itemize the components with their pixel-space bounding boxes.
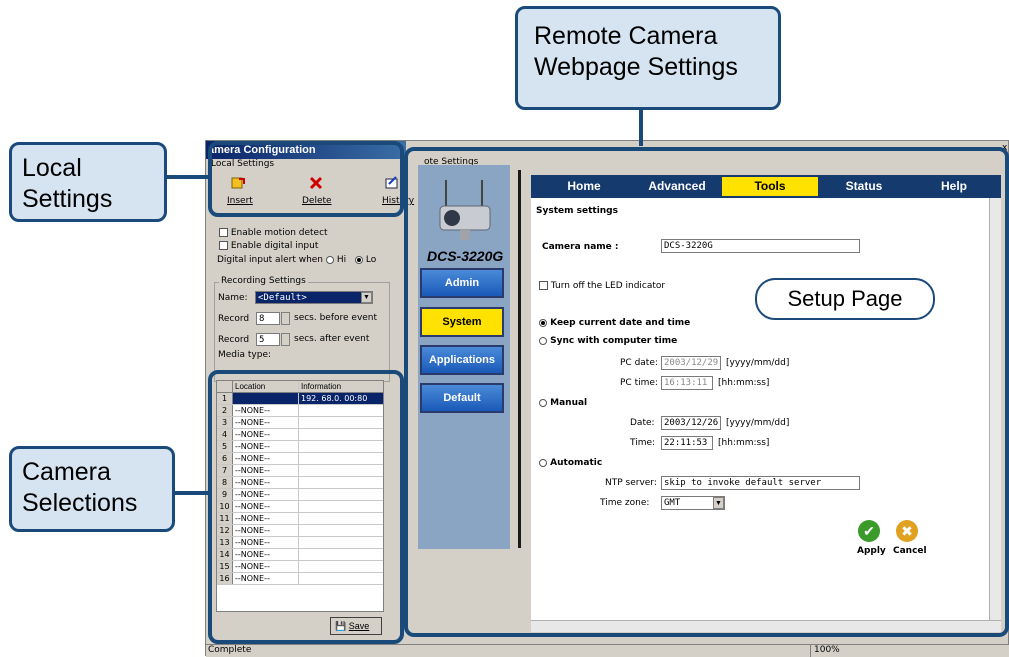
media-type-label: Media type: bbox=[218, 350, 272, 360]
record-after-stepper[interactable] bbox=[281, 333, 290, 346]
record-after-suffix: secs. after event bbox=[294, 334, 370, 344]
record-before-input[interactable]: 8 bbox=[256, 312, 280, 325]
camera-callout: Camera Selections bbox=[9, 446, 175, 532]
local-settings-highlight bbox=[208, 141, 404, 217]
status-bar bbox=[206, 644, 1009, 657]
alert-lo-radio[interactable] bbox=[355, 255, 363, 264]
local-callout: Local Settings bbox=[9, 142, 167, 222]
chevron-down-icon[interactable]: ▼ bbox=[361, 292, 372, 303]
name-select[interactable]: <Default> bbox=[255, 291, 373, 304]
alert-when-label: Digital input alert when bbox=[217, 255, 324, 265]
alert-hi-option[interactable]: Hi bbox=[326, 255, 346, 265]
record-before-stepper[interactable] bbox=[281, 312, 290, 325]
setup-page-callout: Setup Page bbox=[755, 278, 935, 320]
zoom-level: 100% bbox=[814, 645, 840, 655]
alert-lo-label: Lo bbox=[365, 255, 377, 265]
status-divider bbox=[810, 644, 811, 657]
local-connector bbox=[165, 175, 209, 179]
remote-connector bbox=[639, 108, 643, 146]
motion-detect-option[interactable]: Enable motion detect bbox=[219, 228, 328, 238]
record-after-input[interactable]: 5 bbox=[256, 333, 280, 346]
motion-detect-label: Enable motion detect bbox=[230, 228, 328, 238]
alert-hi-label: Hi bbox=[336, 255, 347, 265]
digital-input-option[interactable]: Enable digital input bbox=[219, 241, 318, 251]
status-text: Complete bbox=[208, 645, 252, 655]
camera-selection-highlight bbox=[208, 370, 404, 644]
remote-callout: Remote Camera Webpage Settings bbox=[515, 6, 781, 110]
motion-detect-checkbox[interactable] bbox=[219, 228, 228, 237]
alert-hi-radio[interactable] bbox=[326, 255, 334, 264]
recording-group-label: Recording Settings bbox=[219, 276, 308, 286]
record-after-label: Record bbox=[218, 335, 250, 345]
camera-connector bbox=[173, 491, 209, 495]
digital-input-checkbox[interactable] bbox=[219, 241, 228, 250]
name-label: Name: bbox=[218, 293, 248, 303]
remote-settings-highlight bbox=[404, 147, 1009, 637]
record-before-label: Record bbox=[218, 314, 250, 324]
record-before-suffix: secs. before event bbox=[294, 313, 378, 323]
alert-lo-option[interactable]: Lo bbox=[355, 255, 376, 265]
digital-input-label: Enable digital input bbox=[230, 241, 319, 251]
